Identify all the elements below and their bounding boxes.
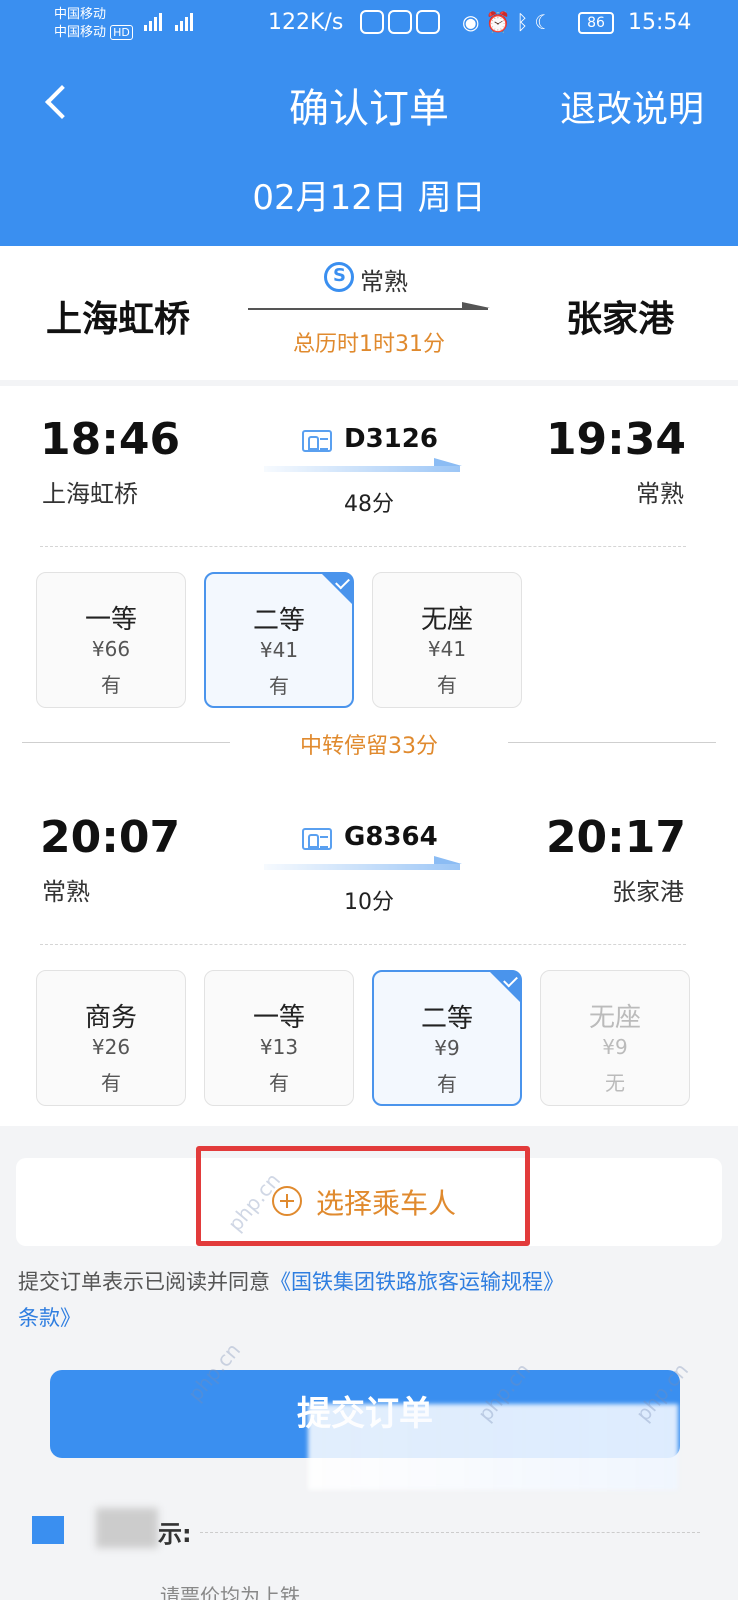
train-number[interactable]: G8364	[344, 822, 438, 852]
battery-icon: 86	[578, 12, 614, 34]
seat-class: 一等	[84, 605, 137, 635]
carrier-1: 中国移动	[54, 7, 107, 22]
header-bar: 中国移动 中国移动 HD 122K/s ◉⏰ᛒ☾ 86 15:54 确认订单 退…	[0, 0, 738, 246]
seat-price: ¥13	[259, 1035, 299, 1059]
agreement-text: 提交订单表示已阅读并同意《国铁集团铁路旅客运输规程》 条款》	[18, 1264, 718, 1336]
tips-text: 请票价均为上铁	[160, 1584, 300, 1600]
seat-class: 无座	[420, 605, 473, 635]
destination-station: 张家港	[565, 299, 674, 340]
app-icon	[388, 10, 412, 34]
transfer-station: 常熟	[360, 268, 408, 296]
divider	[200, 1532, 700, 1533]
seat-option-standing[interactable]: 无座 ¥41 有	[372, 572, 522, 708]
seat-availability: 有	[437, 673, 457, 697]
system-icons: ◉⏰ᛒ☾	[462, 10, 558, 34]
trip-segments: 18:46 上海虹桥 D3126 48分 19:34 常熟 一等 ¥66 有 二…	[0, 386, 738, 1126]
seat-option-standing: 无座 ¥9 无	[540, 970, 690, 1106]
segment-arrow-icon	[264, 856, 462, 870]
seat-availability: 有	[437, 1072, 457, 1096]
moon-icon: ☾	[534, 10, 559, 34]
seat-price: ¥9	[434, 1036, 460, 1060]
carrier-2: 中国移动	[54, 25, 107, 40]
stopover-duration: 中转停留33分	[300, 734, 438, 759]
id-card-icon	[302, 430, 332, 452]
tips-title: 示:	[158, 1520, 192, 1548]
seat-option-second-class[interactable]: 二等 ¥41 有	[204, 572, 354, 708]
seat-class: 一等	[252, 1003, 305, 1033]
seat-class: 二等	[252, 606, 305, 636]
seat-availability: 有	[101, 673, 121, 697]
seat-options: 一等 ¥66 有 二等 ¥41 有 无座 ¥41 有	[36, 572, 702, 708]
seat-option-business[interactable]: 商务 ¥26 有	[36, 970, 186, 1106]
agreement-prefix: 提交订单表示已阅读并同意	[18, 1270, 270, 1294]
refund-rules-link[interactable]: 退改说明	[560, 80, 704, 132]
seat-price: ¥41	[259, 638, 299, 662]
seat-availability: 有	[101, 1071, 121, 1095]
seat-option-first-class[interactable]: 一等 ¥13 有	[204, 970, 354, 1106]
seat-availability: 有	[269, 1071, 289, 1095]
train-number[interactable]: D3126	[344, 424, 438, 454]
route-summary: 上海虹桥 常熟 总历时1时31分 张家港	[0, 246, 738, 380]
clock: 15:54	[628, 10, 692, 35]
divider	[40, 546, 686, 547]
route-arrow-icon	[248, 302, 490, 310]
arrival-station: 张家港	[612, 878, 684, 906]
seat-availability: 无	[605, 1071, 625, 1095]
travel-date: 02月12日 周日	[252, 178, 486, 218]
bluetooth-icon: ᛒ	[516, 10, 535, 34]
segment-duration: 48分	[344, 492, 394, 517]
eye-icon: ◉	[462, 10, 486, 34]
app-icon	[360, 10, 384, 34]
divider-right	[508, 742, 716, 743]
blurred-label	[96, 1508, 158, 1548]
segment-arrow-icon	[264, 458, 462, 472]
seat-class: 二等	[420, 1004, 473, 1034]
seat-options: 商务 ¥26 有 一等 ¥13 有 二等 ¥9 有 无座 ¥9 无	[36, 970, 702, 1106]
seat-class: 无座	[588, 1003, 641, 1033]
carrier-info: 中国移动 中国移动 HD	[54, 6, 133, 42]
tips-icon	[32, 1516, 64, 1544]
hd-badge: HD	[110, 25, 133, 40]
notification-icons	[360, 10, 444, 38]
departure-time: 20:07	[40, 812, 181, 863]
terms-link[interactable]: 《国铁集团铁路旅客运输规程》	[270, 1270, 564, 1294]
seat-option-second-class[interactable]: 二等 ¥9 有	[372, 970, 522, 1106]
net-speed: 122K/s	[268, 10, 344, 35]
seat-option-first-class[interactable]: 一等 ¥66 有	[36, 572, 186, 708]
arrival-time: 19:34	[545, 414, 686, 465]
seat-price: ¥9	[602, 1035, 628, 1059]
alarm-icon: ⏰	[485, 10, 517, 34]
divider	[40, 944, 686, 945]
seat-price: ¥26	[91, 1035, 131, 1059]
seat-class: 商务	[84, 1003, 137, 1033]
arrival-time: 20:17	[545, 812, 686, 863]
departure-time: 18:46	[40, 414, 181, 465]
stopover-divider: 中转停留33分	[0, 726, 738, 760]
seat-availability: 有	[269, 674, 289, 698]
id-card-icon	[302, 828, 332, 850]
seat-price: ¥41	[427, 637, 467, 661]
app-icon	[416, 10, 440, 34]
arrival-station: 常熟	[636, 480, 684, 508]
seat-price: ¥66	[91, 637, 131, 661]
terms-link-continued[interactable]: 条款》	[18, 1306, 81, 1330]
status-bar: 中国移动 中国移动 HD 122K/s ◉⏰ᛒ☾ 86 15:54	[0, 0, 738, 52]
transfer-icon	[324, 262, 354, 292]
signal-icon	[144, 12, 214, 32]
